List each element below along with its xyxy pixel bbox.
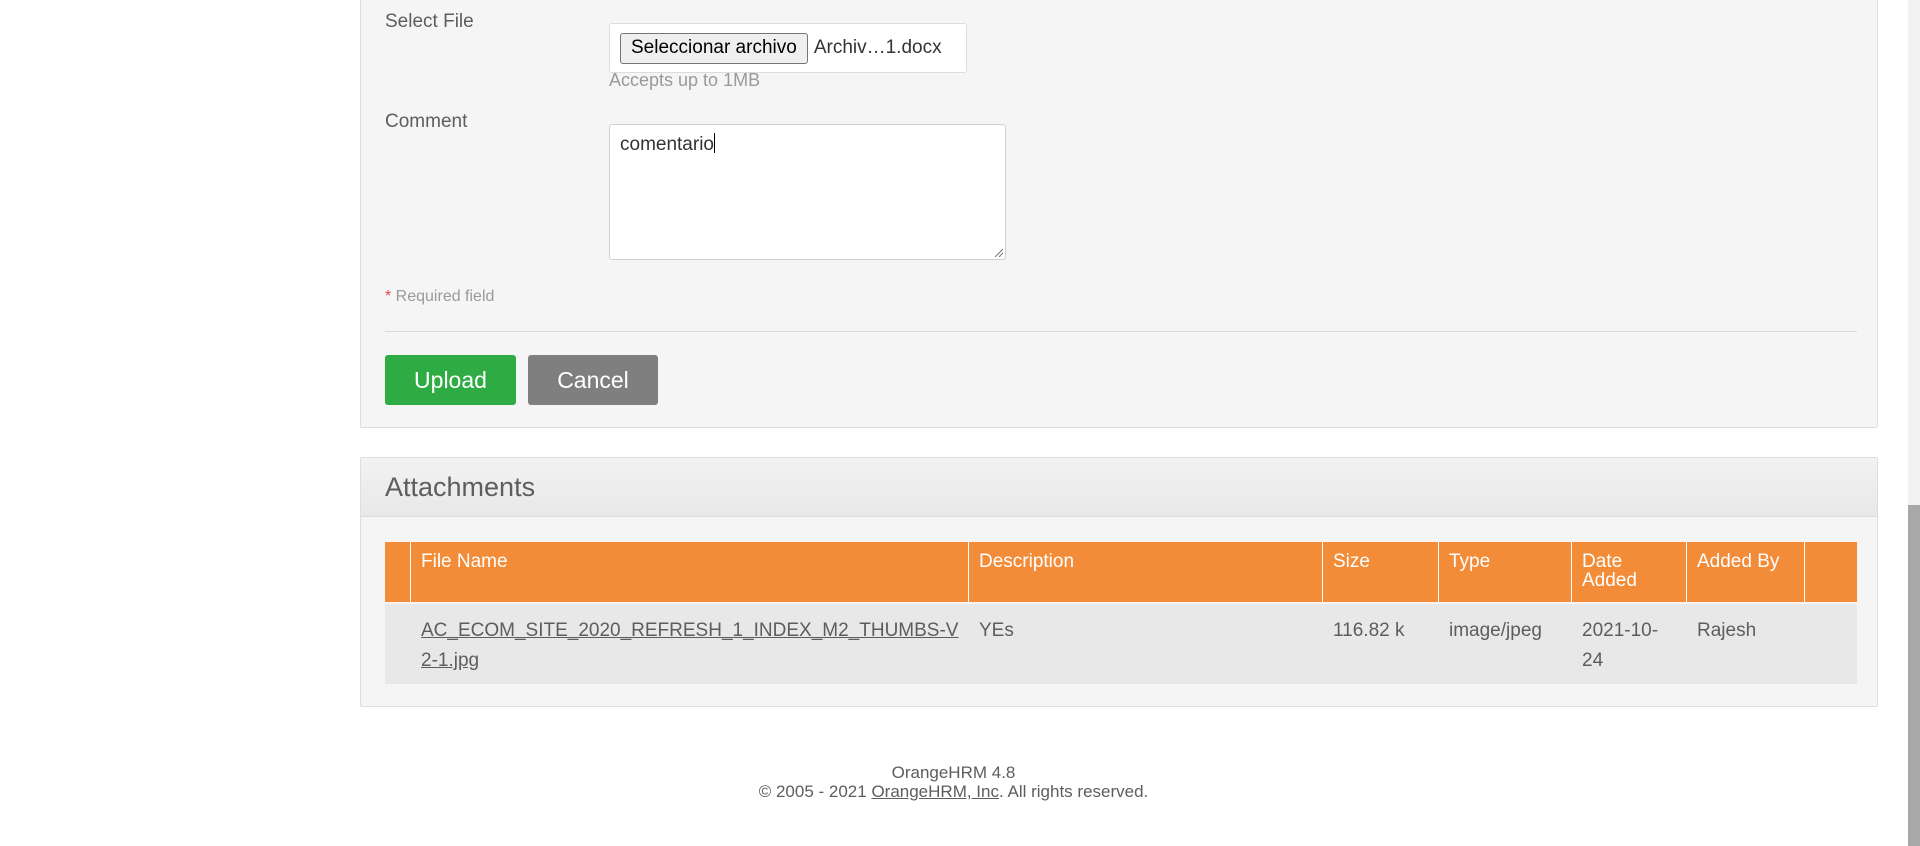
type-cell: image/jpeg — [1449, 620, 1542, 641]
comment-textarea[interactable]: comentario — [609, 124, 1006, 260]
choose-file-button[interactable]: Seleccionar archivo — [620, 32, 808, 64]
required-field-note: * Required field — [385, 288, 494, 306]
column-header-added-by[interactable]: Added By — [1687, 542, 1805, 602]
added-by-cell: Rajesh — [1697, 620, 1757, 641]
column-header-file-name[interactable]: File Name — [411, 542, 969, 602]
attachments-title: Attachments — [361, 458, 1877, 517]
size-cell: 116.82 k — [1333, 620, 1405, 641]
file-input[interactable]: Seleccionar archivo Archiv…1.docx — [609, 23, 967, 73]
comment-label: Comment — [385, 111, 468, 132]
table-header: File Name Description Size Type Date Add… — [385, 542, 1857, 602]
resize-grip-icon[interactable] — [993, 247, 1003, 257]
actions-column-header — [1805, 542, 1857, 602]
selected-file-name: Archiv…1.docx — [813, 37, 942, 58]
column-header-date-added[interactable]: Date Added — [1572, 542, 1687, 602]
comment-text: comentario — [620, 134, 714, 155]
file-size-hint: Accepts up to 1MB — [609, 70, 761, 90]
upload-button[interactable]: Upload — [385, 355, 516, 405]
row-select-cell — [385, 604, 411, 684]
required-text: Required field — [391, 288, 495, 305]
select-file-label: Select File — [385, 11, 474, 32]
scrollbar-thumb[interactable] — [1908, 505, 1920, 846]
page: Select File Seleccionar archivo Archiv…1… — [0, 0, 1920, 846]
copyright-prefix: © 2005 - 2021 — [758, 782, 872, 801]
cancel-button[interactable]: Cancel — [528, 355, 658, 405]
table-row: AC_ECOM_SITE_2020_REFRESH_1_INDEX_M2_THU… — [385, 604, 1857, 684]
date-added-cell: 2021-10-24 — [1582, 620, 1659, 671]
company-link[interactable]: OrangeHRM, Inc — [871, 782, 999, 801]
file-name-cell: AC_ECOM_SITE_2020_REFRESH_1_INDEX_M2_THU… — [411, 604, 969, 684]
description-cell: YEs — [979, 620, 1014, 641]
column-header-type[interactable]: Type — [1439, 542, 1572, 602]
footer: OrangeHRM 4.8 © 2005 - 2021 OrangeHRM, I… — [360, 763, 1547, 801]
upload-form: Select File Seleccionar archivo Archiv…1… — [360, 0, 1878, 428]
actions-cell — [1805, 604, 1857, 684]
column-header-description[interactable]: Description — [969, 542, 1323, 602]
checkbox-column-header — [385, 542, 411, 602]
footer-copyright: © 2005 - 2021 OrangeHRM, Inc. All rights… — [360, 782, 1547, 801]
form-divider — [385, 331, 1857, 332]
attachments-table: File Name Description Size Type Date Add… — [385, 542, 1857, 684]
copyright-suffix: . All rights reserved. — [998, 782, 1149, 801]
file-name-link[interactable]: AC_ECOM_SITE_2020_REFRESH_1_INDEX_M2_THU… — [421, 620, 958, 671]
text-caret — [714, 133, 715, 153]
column-header-size[interactable]: Size — [1323, 542, 1439, 602]
footer-version: OrangeHRM 4.8 — [891, 763, 1016, 782]
attachments-panel: Attachments File Name Description Size T… — [360, 457, 1878, 707]
